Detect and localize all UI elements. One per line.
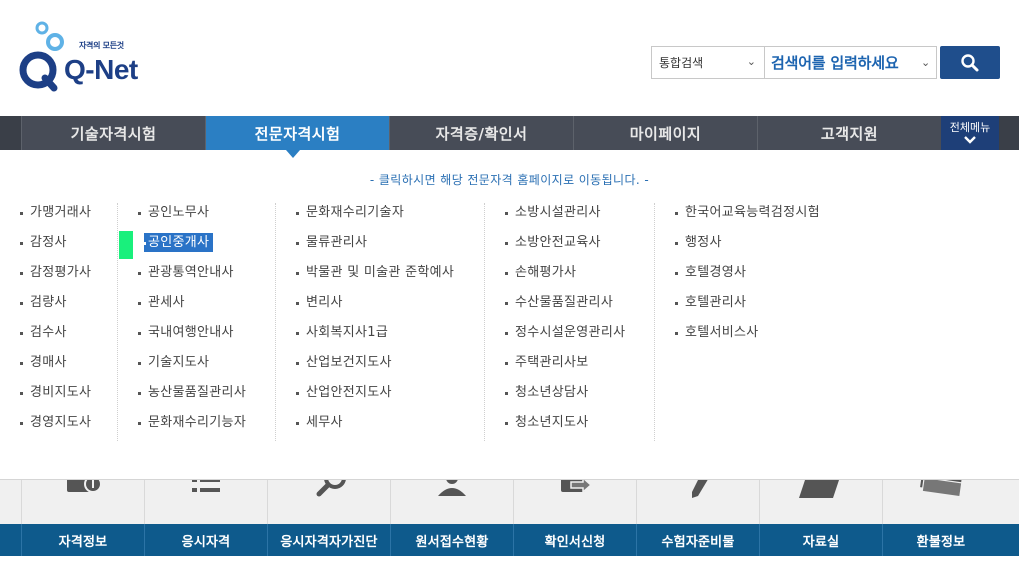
menu-item[interactable]: 경매사 <box>18 348 91 378</box>
nav-item-technical-exam[interactable]: 기술자격시험 <box>21 116 205 150</box>
all-menu-button[interactable]: 전체메뉴 <box>941 116 999 150</box>
menu-column-2: 공인노무사 공인중개사 관광통역안내사 관세사 국내여행안내사 기술지도사 농산… <box>136 198 246 438</box>
menu-item-highlighted[interactable]: 공인중개사 <box>136 228 246 258</box>
nav-item-mypage[interactable]: 마이페이지 <box>573 116 757 150</box>
all-menu-label: 전체메뉴 <box>949 121 991 134</box>
menu-item[interactable]: 호텔경영사 <box>673 258 820 288</box>
menu-item[interactable]: 세무사 <box>294 408 454 438</box>
chevron-down-icon <box>964 136 976 144</box>
quick-icon-cell[interactable] <box>390 480 513 524</box>
quick-item-exam-supplies[interactable]: 수험자준비물 <box>636 524 759 556</box>
menu-item[interactable]: 손해평가사 <box>503 258 625 288</box>
quick-item-self-check[interactable]: 응시자격자가진단 <box>267 524 390 556</box>
dropdown-notice: - 클릭하시면 해당 전문자격 홈페이지로 이동됩니다. - <box>369 173 650 187</box>
quick-icon-cell[interactable] <box>267 480 390 524</box>
menu-item[interactable]: 가맹거래사 <box>18 198 91 228</box>
search-input[interactable]: 검색어를 입력하세요 ⌄ <box>764 46 937 79</box>
chevron-down-icon: ⌄ <box>746 55 756 68</box>
menu-item[interactable]: 행정사 <box>673 228 820 258</box>
menu-item[interactable]: 농산물품질관리사 <box>136 378 246 408</box>
menu-column-4: 소방시설관리사 소방안전교육사 손해평가사 수산물품질관리사 정수시설운영관리사… <box>503 198 625 438</box>
column-divider <box>654 203 655 441</box>
pencil-icon <box>692 480 708 498</box>
menu-item[interactable]: 산업보건지도사 <box>294 348 454 378</box>
menu-item[interactable]: 국내여행안내사 <box>136 318 246 348</box>
search-scope-select[interactable]: 통합검색 ⌄ <box>651 46 764 79</box>
document-arrow-icon <box>561 480 593 494</box>
quick-icon-cell[interactable] <box>759 480 882 524</box>
menu-item[interactable]: 한국어교육능력검정시험 <box>673 198 820 228</box>
menu-item[interactable]: 공인노무사 <box>136 198 246 228</box>
folder-icon <box>799 480 839 498</box>
quick-item-confirmation-request[interactable]: 확인서신청 <box>513 524 636 556</box>
menu-item[interactable]: 경영지도사 <box>18 408 91 438</box>
quick-icon-cell[interactable] <box>636 480 759 524</box>
quick-icon-cell[interactable] <box>513 480 636 524</box>
menu-item[interactable]: 문화재수리기능자 <box>136 408 246 438</box>
menu-item[interactable]: 정수시설운영관리사 <box>503 318 625 348</box>
menu-item[interactable]: 변리사 <box>294 288 454 318</box>
menu-item[interactable]: 호텔서비스사 <box>673 318 820 348</box>
menu-item[interactable]: 사회복지사1급 <box>294 318 454 348</box>
money-icon <box>920 480 963 498</box>
search-icon <box>961 53 979 71</box>
menu-item[interactable]: 산업안전지도사 <box>294 378 454 408</box>
menu-item[interactable]: 감정평가사 <box>18 258 91 288</box>
list-icon <box>192 480 220 492</box>
quick-item-application-status[interactable]: 원서접수현황 <box>390 524 513 556</box>
menu-item[interactable]: 수산물품질관리사 <box>503 288 625 318</box>
nav-item-professional-exam[interactable]: 전문자격시험 <box>205 116 389 150</box>
menu-item[interactable]: 호텔관리사 <box>673 288 820 318</box>
magnifier-icon <box>316 480 346 497</box>
nav-item-support[interactable]: 고객지원 <box>757 116 941 150</box>
nav-left-edge <box>0 116 21 150</box>
cursor-marker <box>119 231 133 259</box>
nav-right-edge <box>999 116 1019 150</box>
menu-item[interactable]: 문화재수리기술자 <box>294 198 454 228</box>
column-divider <box>117 203 118 441</box>
menu-item[interactable]: 소방시설관리사 <box>503 198 625 228</box>
chevron-down-icon: ⌄ <box>920 56 930 69</box>
column-divider <box>275 203 276 441</box>
menu-item[interactable]: 주택관리사보 <box>503 348 625 378</box>
menu-item[interactable]: 청소년지도사 <box>503 408 625 438</box>
menu-item[interactable]: 검량사 <box>18 288 91 318</box>
search-placeholder: 검색어를 입력하세요 <box>771 54 899 72</box>
search-scope-label: 통합검색 <box>659 56 704 70</box>
menu-column-3: 문화재수리기술자 물류관리사 박물관 및 미술관 준학예사 변리사 사회복지사1… <box>294 198 454 438</box>
qnet-logo[interactable]: 자격의 모든것 Q-Net <box>18 16 148 96</box>
menu-item[interactable]: 관광통역안내사 <box>136 258 246 288</box>
info-book-icon <box>67 480 102 493</box>
menu-item[interactable]: 청소년상담사 <box>503 378 625 408</box>
people-icon <box>438 480 466 496</box>
menu-item[interactable]: 관세사 <box>136 288 246 318</box>
page-bottom-gap <box>0 556 1019 563</box>
logo-text: Q-Net <box>64 54 138 85</box>
menu-item[interactable]: 소방안전교육사 <box>503 228 625 258</box>
logo-tagline: 자격의 모든것 <box>79 41 124 50</box>
qnet-page: 자격의 모든것 Q-Net 통합검색 ⌄ 검색어를 입력하세요 ⌄ 기술자격시험… <box>0 0 1019 563</box>
nav-item-certificate[interactable]: 자격증/확인서 <box>389 116 573 150</box>
global-nav: 기술자격시험 전문자격시험 자격증/확인서 마이페이지 고객지원 <box>0 116 1019 150</box>
quick-icon-cell[interactable] <box>144 480 267 524</box>
quick-item-refund-info[interactable]: 환불정보 <box>882 524 999 556</box>
quick-item-data-room[interactable]: 자료실 <box>759 524 882 556</box>
active-nav-pointer <box>286 150 300 158</box>
menu-item[interactable]: 박물관 및 미술관 준학예사 <box>294 258 454 288</box>
quick-icon-cell[interactable] <box>882 480 999 524</box>
menu-item[interactable]: 감정사 <box>18 228 91 258</box>
menu-column-5: 한국어교육능력검정시험 행정사 호텔경영사 호텔관리사 호텔서비스사 <box>673 198 820 348</box>
menu-column-1: 가맹거래사 감정사 감정평가사 검량사 검수사 경매사 경비지도사 경영지도사 <box>18 198 91 438</box>
professional-exam-dropdown: - 클릭하시면 해당 전문자격 홈페이지로 이동됩니다. - 가맹거래사 감정사… <box>0 150 1019 480</box>
menu-item[interactable]: 경비지도사 <box>18 378 91 408</box>
column-divider <box>484 203 485 441</box>
site-header: 자격의 모든것 Q-Net 통합검색 ⌄ 검색어를 입력하세요 ⌄ <box>0 0 1019 116</box>
quick-item-eligibility[interactable]: 응시자격 <box>144 524 267 556</box>
menu-item[interactable]: 물류관리사 <box>294 228 454 258</box>
menu-item[interactable]: 기술지도사 <box>136 348 246 378</box>
quick-icon-cell[interactable] <box>21 480 144 524</box>
menu-item[interactable]: 검수사 <box>18 318 91 348</box>
quick-item-qualification-info[interactable]: 자격정보 <box>21 524 144 556</box>
search-button[interactable] <box>940 46 1000 79</box>
